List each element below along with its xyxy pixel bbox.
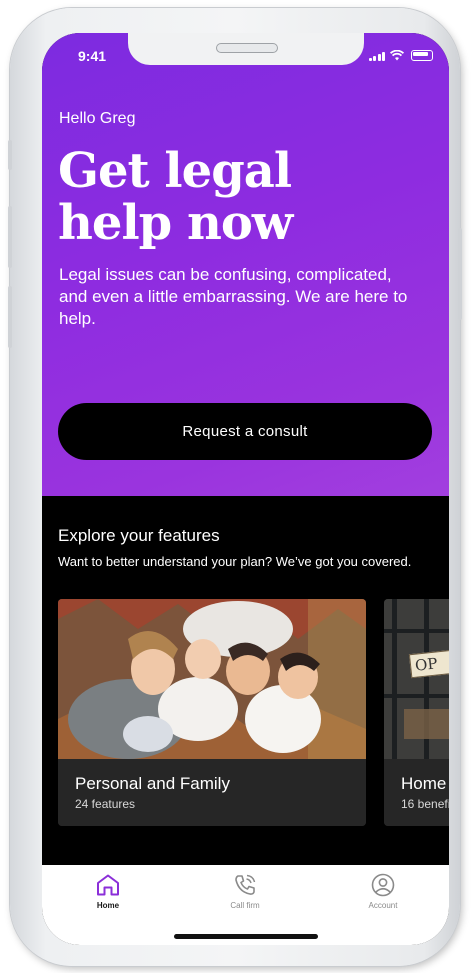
headline-line-2: help now <box>58 195 293 251</box>
phone-call-icon <box>235 874 256 895</box>
bottom-navigation: Home Call firm Account <box>42 865 449 945</box>
greeting-text: Hello Greg <box>59 110 136 127</box>
storefront-photo <box>384 599 449 759</box>
hero-section: 9:41 Hello Greg Get legal help now Legal… <box>42 33 449 496</box>
nav-item-call-firm[interactable]: Call firm <box>200 873 290 910</box>
request-consult-button[interactable]: Request a consult <box>58 403 432 460</box>
page-headline: Get legal help now <box>58 145 418 249</box>
status-icons <box>368 47 433 61</box>
hero-subtitle: Legal issues can be confusing, complicat… <box>59 265 408 328</box>
card-benefit-count: 16 benefits <box>401 797 449 811</box>
power-button <box>458 228 462 320</box>
nav-label-account: Account <box>368 901 398 910</box>
features-section: Explore your features Want to better und… <box>42 496 449 865</box>
volume-up-button <box>8 206 12 268</box>
nav-label-home: Home <box>96 901 120 910</box>
nav-item-account[interactable]: Account <box>338 873 428 910</box>
volume-down-button <box>8 286 12 348</box>
family-photo <box>58 599 366 759</box>
features-description: Want to better understand your plan? We’… <box>58 554 412 569</box>
mute-switch <box>8 140 12 170</box>
nav-item-home[interactable]: Home <box>63 873 153 910</box>
card-title: Personal and Family <box>75 774 230 793</box>
features-title: Explore your features <box>58 526 220 545</box>
nav-label-call-firm: Call firm <box>230 901 260 910</box>
home-indicator <box>174 934 318 939</box>
home-icon <box>97 874 119 896</box>
account-icon <box>371 873 395 897</box>
notch <box>128 33 364 65</box>
status-time: 9:41 <box>78 48 107 64</box>
feature-card-home[interactable]: OP Home 16 benefits <box>384 599 449 826</box>
headline-line-1: Get legal <box>58 143 292 199</box>
card-body: Home 16 benefits <box>384 759 449 826</box>
card-body: Personal and Family 24 features <box>58 759 366 826</box>
open-sign-text: OP <box>414 654 439 675</box>
cellular-signal-icon <box>368 51 385 61</box>
wifi-icon <box>390 50 404 61</box>
card-feature-count: 24 features <box>75 797 136 811</box>
status-bar: 9:41 <box>42 33 449 77</box>
card-title: Home <box>401 774 447 793</box>
speaker-grille <box>216 43 278 53</box>
battery-icon <box>411 50 433 61</box>
phone-screen: 9:41 Hello Greg Get legal help now Legal… <box>42 33 449 945</box>
feature-card-personal-family[interactable]: Personal and Family 24 features <box>58 599 366 826</box>
